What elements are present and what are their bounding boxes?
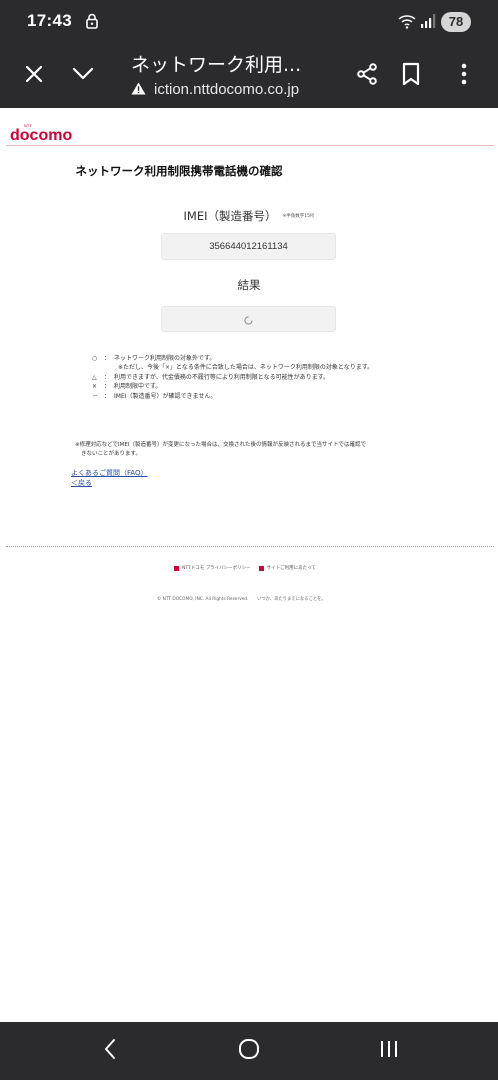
more-options-button[interactable] <box>448 60 480 92</box>
legend-symbol: × <box>92 383 98 391</box>
result-label: 結果 <box>237 278 261 292</box>
loading-spinner-icon <box>244 310 253 329</box>
legend-symbol <box>92 363 118 372</box>
chevron-down-icon <box>71 64 95 88</box>
url-text: iction.nttdocomo.co.jp <box>154 81 300 98</box>
minimize-button[interactable] <box>67 60 99 92</box>
logo-docomo-text: docomo <box>10 127 72 144</box>
imei-change-note: ※修理対応などでIMEI（製造番号）が変更になった場合は、交換された後の情報が反… <box>75 441 366 459</box>
arrow-bullet-icon <box>174 565 179 571</box>
legend-item: ○：ネットワーク利用制限の対象外です。 <box>92 355 216 362</box>
home-nav-button[interactable] <box>229 1036 269 1066</box>
warning-icon <box>131 80 146 99</box>
bookmark-icon <box>401 62 421 90</box>
footer-divider <box>6 546 494 547</box>
status-bar: 17:43 78 <box>0 0 498 44</box>
battery-indicator: 78 <box>441 12 471 32</box>
status-time: 17:43 <box>27 11 72 30</box>
signal-icon <box>420 13 436 33</box>
web-page: NTT docomo ネットワーク利用制限携帯電話機の確認 IMEI（製造番号）… <box>0 108 498 1022</box>
imei-input[interactable]: 356644012161134 <box>161 233 336 260</box>
legend-item: △：利用できますが、代金債務の不履行等により利用制限となる可能性があります。 <box>92 373 329 381</box>
wifi-icon <box>398 13 416 33</box>
footer-link-label: NTTドコモ プライバシーポリシー <box>182 566 251 571</box>
legend-symbol: － <box>92 392 99 400</box>
legend-item: ×：利用制限中です。 <box>92 383 162 391</box>
close-tab-button[interactable] <box>18 60 50 92</box>
browser-toolbar: ネットワーク利用... iction.nttdocomo.co.jp <box>0 44 498 108</box>
back-nav-button[interactable] <box>90 1036 130 1066</box>
imei-label: IMEI（製造番号） <box>183 209 277 223</box>
copyright-text: © NTT DOCOMO, INC. All Rights Reserved. … <box>157 597 326 602</box>
legend-text: ※ただし、今後「×」となる条件に合致した場合は、ネットワーク利用制限の対象となり… <box>118 364 374 372</box>
note-line: きないことがあります。 <box>81 451 141 457</box>
arrow-bullet-icon <box>258 565 264 571</box>
legend-item: ※ただし、今後「×」となる条件に合致した場合は、ネットワーク利用制限の対象となり… <box>92 363 373 372</box>
result-field <box>161 306 336 332</box>
navigation-bar <box>0 1022 498 1080</box>
recents-icon <box>379 1039 399 1063</box>
legend-symbol: △ <box>92 373 97 381</box>
imei-label-row: IMEI（製造番号） ※半角数字15桁 <box>0 205 498 224</box>
privacy-policy-link[interactable]: NTTドコモ プライバシーポリシー <box>174 565 251 571</box>
recents-nav-button[interactable] <box>369 1036 409 1066</box>
share-button[interactable] <box>351 60 383 92</box>
page-links: よくあるご質問（FAQ） ＜戻る <box>71 468 148 488</box>
imei-note: ※半角数字15桁 <box>282 213 315 219</box>
result-legend: ○：ネットワーク利用制限の対象外です。 ※ただし、今後「×」となる条件に合致した… <box>92 354 373 401</box>
note-line: ※修理対応などでIMEI（製造番号）が変更になった場合は、交換された後の情報が反… <box>75 442 366 448</box>
faq-link[interactable]: よくあるご質問（FAQ） <box>71 468 148 478</box>
page-heading: ネットワーク利用制限携帯電話機の確認 <box>75 164 283 178</box>
bookmark-button[interactable] <box>395 60 427 92</box>
header-divider <box>6 145 494 146</box>
legend-text: 利用できますが、代金債務の不履行等により利用制限となる可能性があります。 <box>114 373 329 381</box>
legend-text: 利用制限中です。 <box>114 383 162 391</box>
legend-text: ネットワーク利用制限の対象外です。 <box>114 355 216 362</box>
more-vertical-icon <box>461 63 467 89</box>
legend-symbol: ○ <box>92 355 98 362</box>
close-icon <box>24 64 44 88</box>
footer-links: NTTドコモ プライバシーポリシー サイトご利用にあたって <box>174 565 324 571</box>
chevron-left-icon <box>103 1038 117 1064</box>
back-link[interactable]: ＜戻る <box>71 478 148 488</box>
url-row[interactable]: iction.nttdocomo.co.jp <box>131 80 299 99</box>
site-terms-link[interactable]: サイトご利用にあたって <box>258 565 316 571</box>
legend-text: IMEI（製造番号）が確認できません。 <box>114 392 217 400</box>
legend-item: －： IMEI（製造番号）が確認できません。 <box>92 392 217 400</box>
page-title: ネットワーク利用... <box>131 54 302 76</box>
footer-link-label: サイトご利用にあたって <box>266 566 316 571</box>
lock-icon <box>86 13 98 33</box>
share-icon <box>355 62 379 90</box>
home-circle-icon <box>238 1038 260 1064</box>
